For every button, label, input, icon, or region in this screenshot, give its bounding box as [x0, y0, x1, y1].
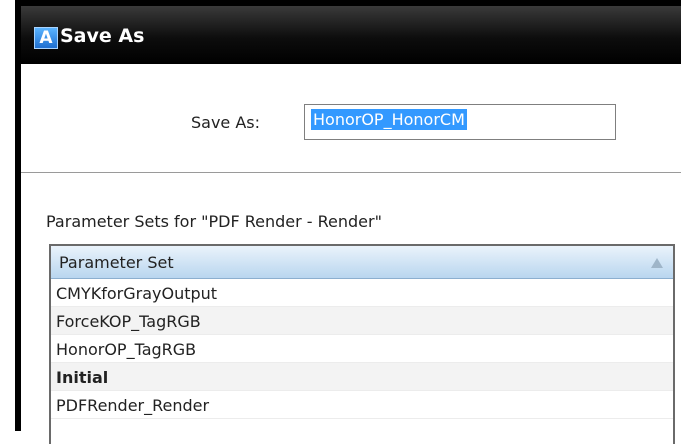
- parameter-set-table[interactable]: Parameter Set CMYKforGrayOutput ForceKOP…: [49, 244, 675, 444]
- row-label: PDFRender_Render: [56, 396, 210, 415]
- table-row[interactable]: CMYKforGrayOutput: [51, 279, 673, 307]
- table-row[interactable]: Initial: [51, 363, 673, 391]
- parameter-sets-caption: Parameter Sets for "PDF Render - Render": [46, 212, 382, 231]
- table-row[interactable]: HonorOP_TagRGB: [51, 335, 673, 363]
- app-icon: A: [34, 27, 58, 49]
- save-as-label: Save As:: [191, 113, 261, 132]
- row-label: ForceKOP_TagRGB: [56, 312, 201, 331]
- divider: [21, 172, 681, 173]
- sort-ascending-icon[interactable]: [651, 258, 663, 268]
- selected-name-text: HonorOP_HonorCM: [311, 109, 467, 130]
- column-header-label: Parameter Set: [59, 253, 174, 272]
- name-row: Save As: HonorOP_HonorCM: [21, 68, 681, 172]
- table-row[interactable]: PDFRender_Render: [51, 391, 673, 419]
- column-header-parameter-set[interactable]: Parameter Set: [51, 246, 673, 279]
- table-row[interactable]: ForceKOP_TagRGB: [51, 307, 673, 335]
- save-as-dialog: A Save As Save As: HonorOP_HonorCM Param…: [15, 0, 681, 444]
- row-label: HonorOP_TagRGB: [56, 340, 197, 359]
- window-title: Save As: [60, 25, 145, 47]
- row-label: CMYKforGrayOutput: [56, 284, 218, 303]
- title-bar[interactable]: A Save As: [21, 6, 681, 64]
- row-label: Initial: [56, 368, 109, 387]
- save-as-name-input[interactable]: HonorOP_HonorCM: [304, 104, 616, 140]
